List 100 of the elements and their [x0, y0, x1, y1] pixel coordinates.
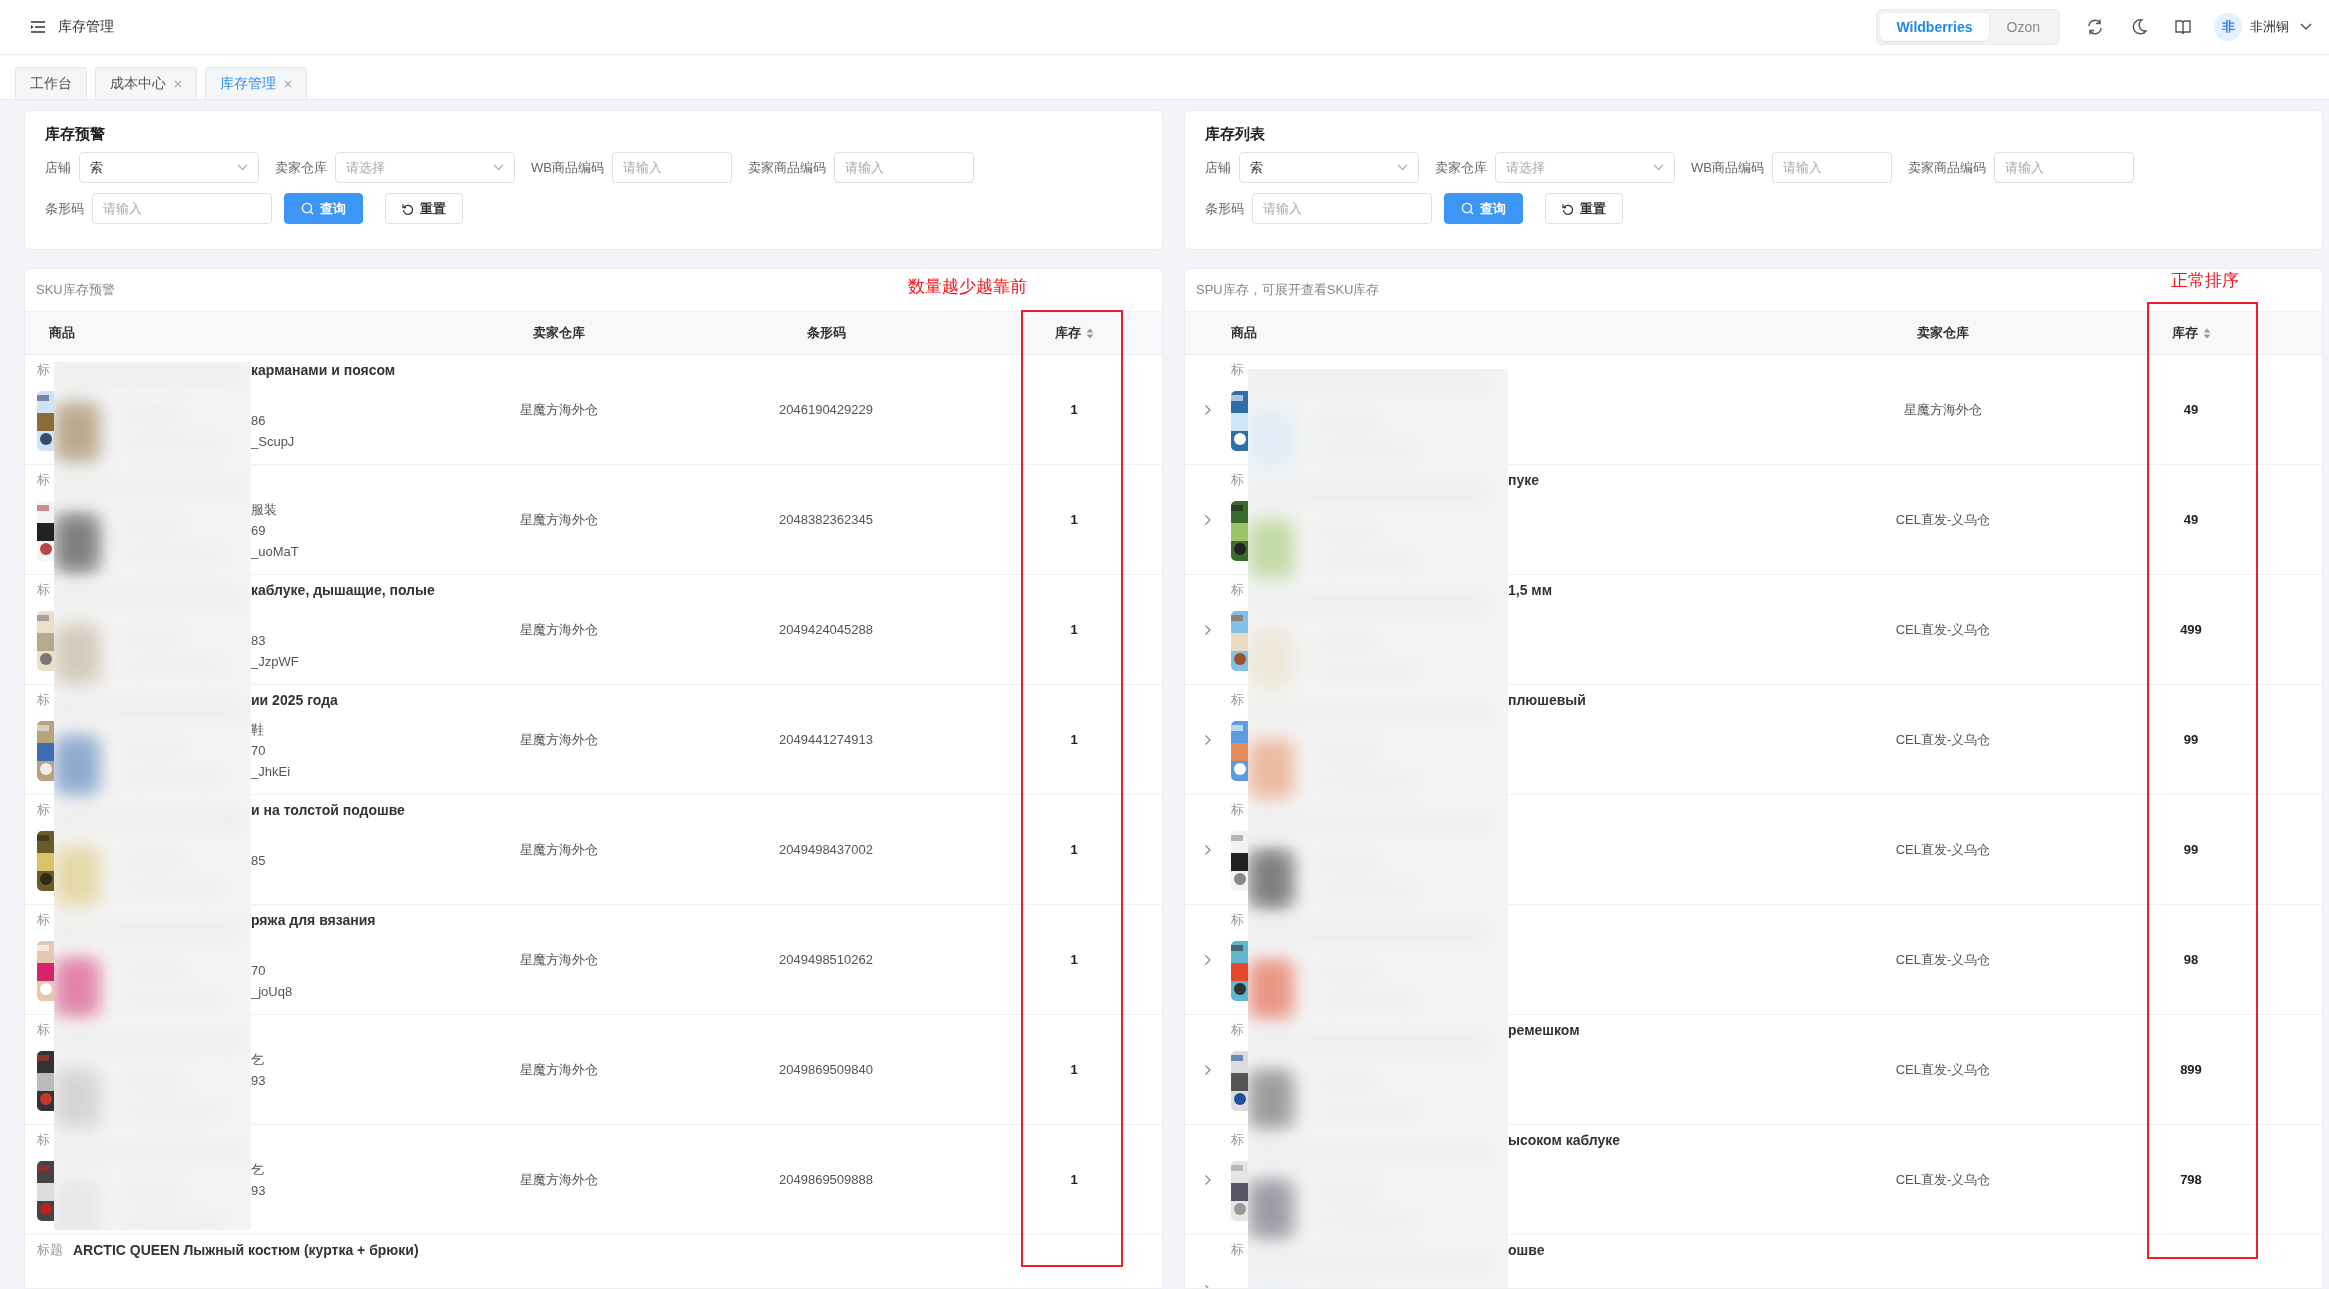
stock-count: 1 [1070, 732, 1078, 747]
expand-chevron-icon[interactable] [1204, 1173, 1212, 1186]
product-title: и на толстой подошве [251, 801, 406, 819]
column-header[interactable]: 库存 [1054, 324, 1081, 342]
column-header: 卖家仓库 [533, 324, 585, 342]
warehouse-name: 星魔方海外仓 [520, 730, 598, 749]
expand-chevron-icon[interactable] [1204, 513, 1212, 526]
page-tab[interactable]: 成本中心 [95, 67, 197, 99]
close-icon[interactable] [284, 79, 292, 88]
select-field[interactable]: 索 [1239, 152, 1419, 183]
title-label: 标 [1231, 471, 1245, 489]
warehouse-name: 星魔方海外仓 [520, 950, 598, 969]
input-field[interactable]: 请输入 [92, 193, 272, 224]
warehouse-name: CEL直发-义乌仓 [1895, 1170, 1991, 1189]
field-label: 卖家仓库 [275, 158, 327, 177]
input-field[interactable]: 请输入 [1252, 193, 1432, 224]
product-title: пуке [1508, 471, 1541, 489]
product-title: карманами и поясом [251, 361, 397, 379]
stock-count: 98 [2183, 952, 2199, 967]
expand-chevron-icon[interactable] [1204, 733, 1212, 746]
expand-chevron-icon[interactable] [1204, 953, 1212, 966]
product-title: ряжа для вязания [251, 911, 377, 929]
title-label: 标 [1231, 1131, 1245, 1149]
warehouse-name: 星魔方海外仓 [520, 1060, 598, 1079]
product-code: _joUq8 [251, 984, 293, 999]
title-label: 标 [37, 361, 51, 379]
product-sku: 93 [251, 1183, 266, 1198]
select-field[interactable]: 索 [79, 152, 259, 183]
input-field[interactable]: 请输入 [611, 152, 732, 183]
title-label: 标 [1231, 581, 1245, 599]
stock-count: 899 [2180, 1062, 2202, 1077]
field-label: 卖家商品编码 [747, 158, 826, 177]
annotation-note: 数量越少越靠前 [908, 276, 1027, 298]
product-sku: 83 [251, 633, 266, 648]
title-label: 标 [1231, 911, 1245, 929]
field-label: 条形码 [1205, 199, 1244, 218]
title-label: 标 [37, 801, 51, 819]
product-category: 乞 [251, 1052, 264, 1067]
warehouse-name: 星魔方海外仓 [520, 400, 598, 419]
product-category: 鞋 [251, 722, 264, 737]
column-header[interactable]: 库存 [2171, 324, 2198, 342]
section-title: 库存列表 [1205, 125, 1266, 144]
menu-icon[interactable] [30, 20, 46, 34]
sort-icon[interactable] [1085, 327, 1094, 339]
field-label: 条形码 [45, 199, 84, 218]
product-title: ии 2025 года [251, 691, 339, 709]
stock-count: 499 [2180, 622, 2202, 637]
user-name[interactable]: 非洲铜 [2250, 18, 2289, 36]
reset-icon [402, 202, 414, 215]
product-title: ARCTIC QUEEN Лыжный костюм (куртка + брюки) [73, 1241, 420, 1259]
refresh-icon[interactable] [2086, 18, 2104, 36]
product-title: ремешком [1508, 1021, 1581, 1039]
input-field[interactable]: 请输入 [1771, 152, 1892, 183]
chevron-down-icon [1397, 164, 1408, 171]
title-label: 标 [1231, 1021, 1245, 1039]
warehouse-name: 星魔方海外仓 [520, 620, 598, 639]
chevron-down-icon [237, 164, 248, 171]
product-title: каблуке, дышащие, полые [251, 581, 436, 599]
warehouse-name: CEL直发-义乌仓 [1895, 950, 1991, 969]
title-label: 标题 [37, 1241, 63, 1259]
warehouse-name: CEL直发-义乌仓 [1895, 510, 1991, 529]
expand-chevron-icon[interactable] [1204, 623, 1212, 636]
product-category: 乞 [251, 1162, 264, 1177]
stock-count: 49 [2183, 402, 2199, 417]
field-label: 店铺 [1205, 158, 1231, 177]
expand-chevron-icon[interactable] [1204, 843, 1212, 856]
product-title: 1,5 мм [1508, 581, 1554, 599]
stock-count: 99 [2183, 842, 2199, 857]
expand-chevron-icon[interactable] [1204, 1063, 1212, 1076]
chevron-down-icon[interactable] [2299, 22, 2313, 32]
warehouse-name: 星魔方海外仓 [520, 510, 598, 529]
product-title: ошве [1508, 1241, 1546, 1259]
sort-icon[interactable] [2202, 327, 2211, 339]
barcode: 2049869509840 [779, 1062, 873, 1077]
page-tab[interactable]: 工作台 [15, 67, 87, 99]
page-title: 库存管理 [58, 18, 114, 36]
field-label: WB商品编码 [531, 158, 604, 177]
input-field[interactable]: 请输入 [1993, 152, 2134, 183]
stock-count: 1 [1070, 1062, 1078, 1077]
moon-icon[interactable] [2130, 18, 2148, 36]
platform-tab[interactable]: Wildberries [1880, 13, 1989, 41]
book-icon[interactable] [2174, 18, 2192, 36]
product-code: _uoMaT [251, 544, 299, 559]
title-label: 标 [1231, 801, 1245, 819]
expand-chevron-icon[interactable] [1204, 403, 1212, 416]
warehouse-name: 星魔方海外仓 [520, 1170, 598, 1189]
column-header: 商品 [49, 324, 75, 342]
input-field[interactable]: 请输入 [833, 152, 974, 183]
barcode: 2048382362345 [779, 512, 873, 527]
stock-count: 798 [2180, 1172, 2202, 1187]
product-sku: 69 [251, 523, 266, 538]
title-label: 标 [37, 1131, 51, 1149]
title-label: 标 [37, 471, 51, 489]
stock-count: 1 [1070, 512, 1078, 527]
reset-button[interactable]: 重置 [1545, 193, 1623, 224]
reset-button[interactable]: 重置 [385, 193, 463, 224]
warehouse-name: 星魔方海外仓 [520, 840, 598, 859]
section-title: 库存预警 [45, 125, 106, 144]
close-icon[interactable] [174, 79, 182, 88]
barcode: 2049441274913 [779, 732, 873, 747]
